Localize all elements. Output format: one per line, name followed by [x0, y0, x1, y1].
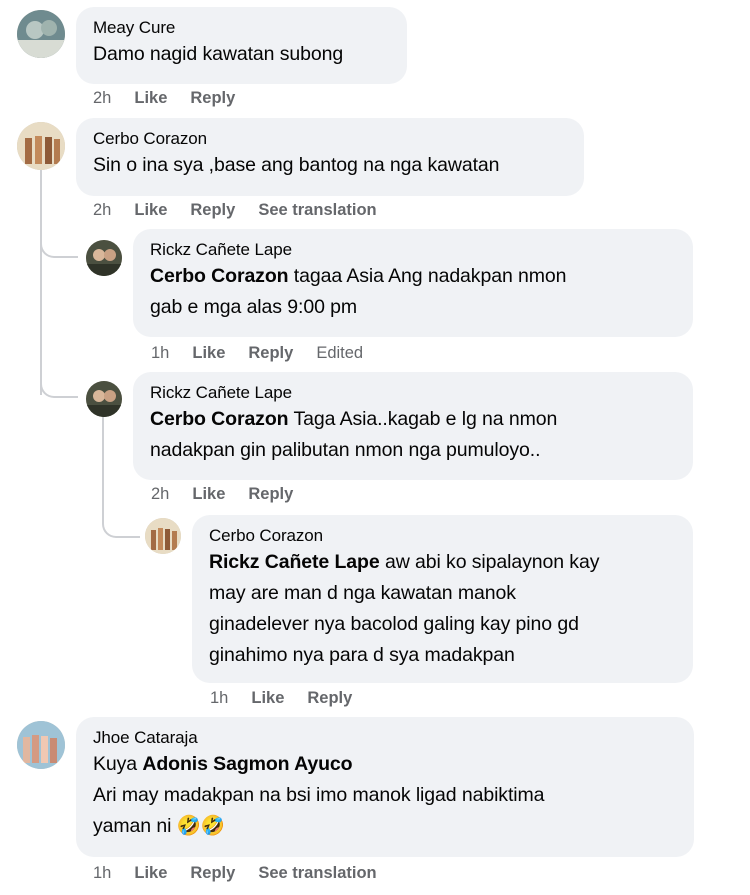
reply-button[interactable]: Reply	[190, 88, 235, 108]
comment-text-line: nadakpan gin palibutan nmon nga pumuloyo…	[150, 439, 541, 461]
comment-text-line: ginahimo nya para d sya madakpan	[209, 644, 515, 666]
like-button[interactable]: Like	[134, 200, 167, 220]
like-button[interactable]: Like	[134, 863, 167, 883]
thread-line-branch-2	[40, 368, 78, 398]
like-button[interactable]: Like	[251, 688, 284, 708]
mention-link[interactable]: Cerbo Corazon	[150, 265, 289, 287]
comment-bubble: Meay Cure Damo nagid kawatan subong	[76, 7, 407, 84]
comment-actions: 1h Like Reply Edited	[151, 343, 386, 363]
comment-actions: 2h Like Reply	[93, 88, 258, 108]
comment-author[interactable]: Cerbo Corazon	[209, 525, 677, 547]
comment-actions: 1h Like Reply	[210, 688, 375, 708]
reply-button[interactable]: Reply	[190, 200, 235, 220]
comment-bubble: Jhoe Cataraja Kuya Adonis Sagmon Ayuco A…	[76, 717, 694, 857]
comment-text-line: may are man d nga kawatan manok	[209, 582, 516, 604]
comment-text-line: Taga Asia..kagab e lg na nmon	[293, 408, 558, 430]
see-translation-button[interactable]: See translation	[258, 200, 376, 220]
comment-author[interactable]: Cerbo Corazon	[93, 128, 568, 150]
comment-actions: 2h Like Reply See translation	[93, 200, 400, 220]
comment-time[interactable]: 2h	[93, 200, 111, 220]
reply-bubble: Rickz Cañete Lape Cerbo Corazon tagaa As…	[133, 229, 693, 337]
avatar[interactable]	[145, 518, 181, 554]
avatar[interactable]	[86, 381, 122, 417]
comment-text-line: tagaa Asia Ang nadakpan nmon	[293, 265, 567, 287]
comment-text-line: aw abi ko sipalaynon kay	[384, 551, 600, 573]
see-translation-button[interactable]: See translation	[258, 863, 376, 883]
mention-link[interactable]: Cerbo Corazon	[150, 408, 289, 430]
comment-text: Cerbo Corazon tagaa Asia Ang nadakpan nm…	[150, 261, 677, 292]
mention-link[interactable]: Adonis Sagmon Ayuco	[142, 753, 352, 775]
comment-actions: 1h Like Reply See translation	[93, 863, 400, 883]
comment-text: Rickz Cañete Lape aw abi ko sipalaynon k…	[209, 547, 677, 578]
avatar[interactable]	[86, 240, 122, 276]
reply-bubble: Rickz Cañete Lape Cerbo Corazon Taga Asi…	[133, 372, 693, 480]
comment-text: Sin o ina sya ,base ang bantog na nga ka…	[93, 154, 500, 176]
comment-text: Cerbo Corazon Taga Asia..kagab e lg na n…	[150, 404, 677, 435]
comment-text-line: Ari may madakpan na bsi imo manok ligad …	[93, 784, 545, 806]
comment-author[interactable]: Rickz Cañete Lape	[150, 239, 677, 261]
thread-line-main	[40, 170, 72, 395]
comment-bubble: Cerbo Corazon Sin o ina sya ,base ang ba…	[76, 118, 584, 196]
reply-button[interactable]: Reply	[190, 863, 235, 883]
comment-time[interactable]: 1h	[151, 343, 169, 363]
comment-text-prefix: Kuya	[93, 753, 138, 775]
mention-link[interactable]: Rickz Cañete Lape	[209, 551, 380, 573]
comment-author[interactable]: Meay Cure	[93, 17, 391, 39]
avatar[interactable]	[17, 122, 65, 170]
like-button[interactable]: Like	[134, 88, 167, 108]
reply-bubble: Cerbo Corazon Rickz Cañete Lape aw abi k…	[192, 515, 693, 683]
comment-author[interactable]: Jhoe Cataraja	[93, 727, 678, 749]
reply-button[interactable]: Reply	[248, 343, 293, 363]
avatar[interactable]	[17, 721, 65, 769]
like-button[interactable]: Like	[192, 484, 225, 504]
comment-text-line: gab e mga alas 9:00 pm	[150, 296, 358, 318]
comment-text: Damo nagid kawatan subong	[93, 43, 344, 65]
comment-time[interactable]: 1h	[93, 863, 111, 883]
like-button[interactable]: Like	[192, 343, 225, 363]
comment-time[interactable]: 2h	[151, 484, 169, 504]
reply-button[interactable]: Reply	[248, 484, 293, 504]
avatar[interactable]	[17, 10, 65, 58]
edited-label: Edited	[316, 344, 364, 362]
comment-actions: 2h Like Reply	[151, 484, 316, 504]
comment-text-line: ginadelever nya bacolod galing kay pino …	[209, 613, 579, 635]
comment-text: Kuya Adonis Sagmon Ayuco	[93, 749, 678, 780]
comment-author[interactable]: Rickz Cañete Lape	[150, 382, 677, 404]
comment-time[interactable]: 1h	[210, 688, 228, 708]
comment-time[interactable]: 2h	[93, 88, 111, 108]
reply-button[interactable]: Reply	[307, 688, 352, 708]
thread-line-branch-1	[40, 228, 78, 258]
comment-text-line: yaman ni 🤣🤣	[93, 815, 226, 837]
